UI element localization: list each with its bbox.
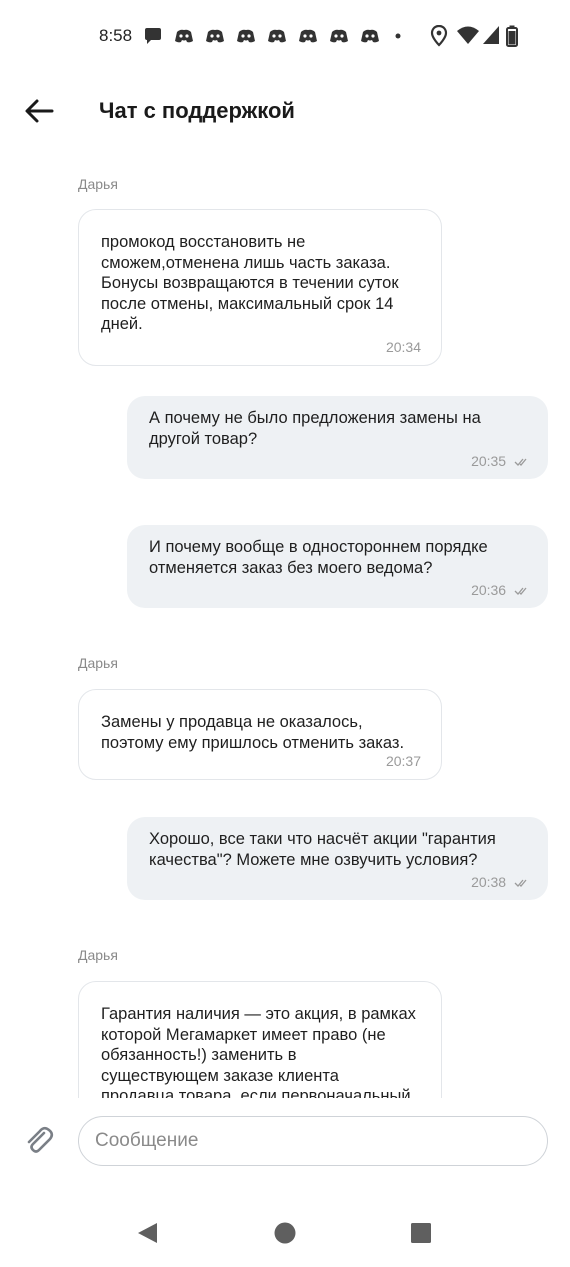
message-time: 20:35 — [471, 453, 507, 469]
outgoing-message[interactable]: А почему не было предложения замены на д… — [127, 396, 548, 479]
message-meta: 20:34 — [101, 339, 421, 355]
read-checkmarks-icon — [514, 458, 527, 467]
message-text: Хорошо, все таки что насчёт акции "гаран… — [149, 830, 496, 869]
header: Чат с поддержкой — [0, 88, 570, 136]
message-meta: 20:38 — [149, 874, 528, 890]
incoming-message[interactable]: Гарантия наличия — это акция, в рамках к… — [78, 981, 442, 1098]
wifi-icon — [457, 26, 479, 44]
message-text: Гарантия наличия — это акция, в рамках к… — [101, 1005, 416, 1098]
message-text: И почему вообще в одностороннем порядке … — [149, 538, 488, 577]
back-arrow-icon[interactable] — [22, 94, 56, 128]
system-navigation-bar — [0, 1210, 570, 1256]
message-meta: 20:35 — [149, 453, 528, 469]
paperclip-icon[interactable] — [22, 1124, 56, 1158]
message-composer — [0, 1116, 570, 1168]
more-notifications-dot-icon — [395, 33, 401, 39]
page-title: Чат с поддержкой — [99, 98, 295, 123]
battery-icon — [506, 25, 518, 47]
incoming-message[interactable]: промокод восстановить не сможем,отменена… — [78, 209, 442, 366]
incoming-message[interactable]: Замены у продавца не оказалось, поэтому … — [78, 689, 442, 780]
chat-bubble-icon — [145, 28, 161, 44]
status-bar: 8:58 — [0, 22, 570, 52]
discord-icon — [299, 29, 317, 43]
message-sender: Дарья — [78, 176, 118, 192]
chat-messages[interactable]: Дарья промокод восстановить не сможем,от… — [0, 160, 570, 1098]
message-sender: Дарья — [78, 655, 118, 671]
discord-icon — [175, 29, 193, 43]
read-checkmarks-icon — [514, 879, 527, 888]
discord-icon — [361, 29, 379, 43]
message-meta: 20:36 — [149, 582, 528, 598]
status-time: 8:58 — [99, 26, 133, 45]
location-icon — [430, 25, 448, 47]
outgoing-message[interactable]: Хорошо, все таки что насчёт акции "гаран… — [127, 817, 548, 900]
message-text: А почему не было предложения замены на д… — [149, 409, 481, 448]
message-time: 20:37 — [385, 753, 421, 769]
discord-icon — [237, 29, 255, 43]
nav-recents-icon[interactable] — [408, 1220, 434, 1246]
message-sender: Дарья — [78, 947, 118, 963]
read-checkmarks-icon — [514, 587, 527, 596]
message-time: 20:38 — [471, 874, 507, 890]
outgoing-message[interactable]: И почему вообще в одностороннем порядке … — [127, 525, 548, 608]
discord-icon — [330, 29, 348, 43]
message-text: промокод восстановить не сможем,отменена… — [101, 233, 399, 333]
discord-icon — [268, 29, 286, 43]
discord-icon — [206, 29, 224, 43]
nav-back-icon[interactable] — [135, 1220, 161, 1246]
message-text: Замены у продавца не оказалось, поэтому … — [101, 713, 405, 752]
signal-icon — [483, 26, 499, 44]
nav-home-icon[interactable] — [272, 1220, 298, 1246]
message-meta: 20:37 — [101, 753, 421, 769]
message-time: 20:36 — [471, 582, 507, 598]
message-input[interactable] — [78, 1116, 548, 1166]
message-time: 20:34 — [385, 338, 421, 355]
